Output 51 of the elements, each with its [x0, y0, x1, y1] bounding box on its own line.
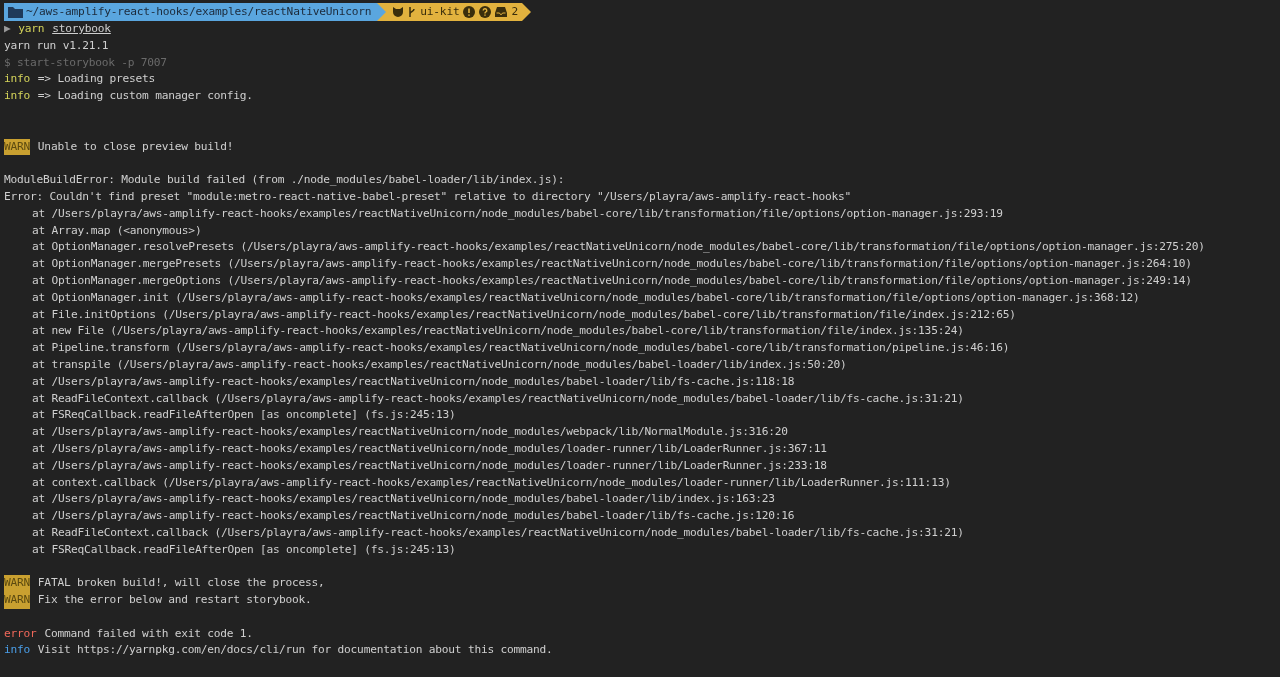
stack-trace-line: at /Users/playra/aws-amplify-react-hooks/examples/reactNativeUnicorn/node_modules/loader-runner/lib/LoaderRunner.js:367:11: [32, 441, 827, 455]
stack-trace-line: at OptionManager.mergePresets (/Users/playra/aws-amplify-react-hooks/examples/reactNativeUnicorn/node_modules/babel-core/lib/transformation/file/options/option-manager.js:264:10): [32, 257, 1192, 271]
stack-trace-line: at transpile (/Users/playra/aws-amplify-react-hooks/examples/reactNativeUnicorn/node_modules/babel-loader/lib/index.js:50:20): [32, 357, 847, 371]
log-message: FATAL broken build!, will close the process,: [37, 575, 325, 592]
log-level-tag: WARN: [4, 592, 31, 609]
stack-trace-line: at Array.map (<anonymous>): [32, 223, 202, 237]
stack-trace-line: at File.initOptions (/Users/playra/aws-amplify-react-hooks/examples/reactNativeUnicorn/node_modules/babel-core/lib/transformation/file/index.js:212:65): [32, 307, 1016, 321]
exclamation-icon: [463, 6, 476, 18]
stack-trace-line: at OptionManager.resolvePresets (/Users/playra/aws-amplify-react-hooks/examples/reactNativeUnicorn/node_modules/babel-core/lib/transformation/file/options/option-manager.js:275:20): [32, 240, 1205, 254]
branch-name: ui-kit: [420, 3, 460, 20]
stack-trace-line: at /Users/playra/aws-amplify-react-hooks/examples/reactNativeUnicorn/node_modules/babel-loader/lib/fs-cache.js:118:18: [32, 374, 795, 388]
current-path: ~/aws-amplify-react-hooks/examples/reactNativeUnicorn: [26, 3, 372, 20]
stack-trace-line: at FSReqCallback.readFileAfterOpen [as oncomplete] (fs.js:245:13): [32, 408, 456, 422]
command-argument: storybook: [52, 21, 111, 37]
log-message: => Loading presets: [37, 71, 156, 88]
cat-icon: [392, 6, 405, 18]
log-message: Unable to close preview build!: [37, 138, 234, 155]
output-line: $ start-storybook -p 7007: [4, 54, 168, 71]
log-message: => Loading custom manager config.: [37, 88, 253, 105]
stack-trace-line: at context.callback (/Users/playra/aws-amplify-react-hooks/examples/reactNativeUnicorn/node_modules/loader-runner/lib/LoaderRunner.js:111:13): [32, 475, 951, 489]
command-name: yarn: [18, 21, 45, 37]
output-line: yarn run v1.21.1: [4, 37, 110, 54]
log-level-tag: info: [4, 642, 31, 660]
log-message: Visit https://yarnpkg.com/en/docs/cli/run for documentation about this command.: [37, 642, 553, 659]
log-level-tag: error: [4, 625, 37, 643]
branch-icon: [408, 6, 417, 18]
stack-trace-line: at OptionManager.mergeOptions (/Users/playra/aws-amplify-react-hooks/examples/reactNativeUnicorn/node_modules/babel-core/lib/transformation/file/options/option-manager.js:249:14): [32, 273, 1192, 287]
question-icon: [479, 6, 492, 18]
folder-icon: [8, 6, 23, 18]
stack-trace-line: at ReadFileContext.callback (/Users/playra/aws-amplify-react-hooks/examples/reactNativeUnicorn/node_modules/babel-loader/lib/fs-cache.js:31:21): [32, 525, 964, 539]
log-level-tag: WARN: [4, 138, 31, 156]
log-message: Command failed with exit code 1.: [44, 625, 253, 642]
stack-trace-line: at /Users/playra/aws-amplify-react-hooks/examples/reactNativeUnicorn/node_modules/babel-loader/lib/index.js:163:23: [32, 492, 775, 506]
stack-trace-line: at /Users/playra/aws-amplify-react-hooks/examples/reactNativeUnicorn/node_modules/loader-runner/lib/LoaderRunner.js:233:18: [32, 458, 827, 472]
stack-trace-line: at /Users/playra/aws-amplify-react-hooks/examples/reactNativeUnicorn/node_modules/webpack/lib/NormalModule.js:316:20: [32, 425, 788, 439]
tray-icon: [495, 6, 508, 18]
prompt-icon: ▶: [4, 21, 11, 38]
output-line: Error: Couldn't find preset "module:metro-react-native-babel-preset" relative to directory "/Users/playra/aws-amplify-react-hooks": [4, 188, 852, 205]
stack-trace-line: at Pipeline.transform (/Users/playra/aws-amplify-react-hooks/examples/reactNativeUnicorn/node_modules/babel-core/lib/transformation/pipeline.js:46:16): [32, 341, 1010, 355]
stack-trace-line: at /Users/playra/aws-amplify-react-hooks/examples/reactNativeUnicorn/node_modules/babel-loader/lib/fs-cache.js:120:16: [32, 509, 795, 523]
stack-trace-line: at new File (/Users/playra/aws-amplify-react-hooks/examples/reactNativeUnicorn/node_modules/babel-core/lib/transformation/file/index.js:135:24): [32, 324, 964, 338]
output-line: ModuleBuildError: Module build failed (from ./node_modules/babel-loader/lib/index.js):: [4, 172, 566, 189]
log-level-tag: info: [4, 88, 31, 105]
log-level-tag: WARN: [4, 575, 31, 593]
stack-trace-line: at OptionManager.init (/Users/playra/aws-amplify-react-hooks/examples/reactNativeUnicorn/node_modules/babel-core/lib/transformation/file/options/option-manager.js:368:12): [32, 290, 1140, 304]
log-level-tag: info: [4, 71, 31, 89]
stack-trace-line: at /Users/playra/aws-amplify-react-hooks/examples/reactNativeUnicorn/node_modules/babel-core/lib/transformation/file/options/option-manager.js:293:19: [32, 206, 1003, 220]
stash-count: 2: [511, 3, 518, 20]
stack-trace-line: at ReadFileContext.callback (/Users/playra/aws-amplify-react-hooks/examples/reactNativeUnicorn/node_modules/babel-loader/lib/fs-cache.js:31:21): [32, 391, 964, 405]
stack-trace-line: at FSReqCallback.readFileAfterOpen [as oncomplete] (fs.js:245:13): [32, 542, 456, 556]
log-message: Fix the error below and restart storybook.: [37, 592, 312, 609]
